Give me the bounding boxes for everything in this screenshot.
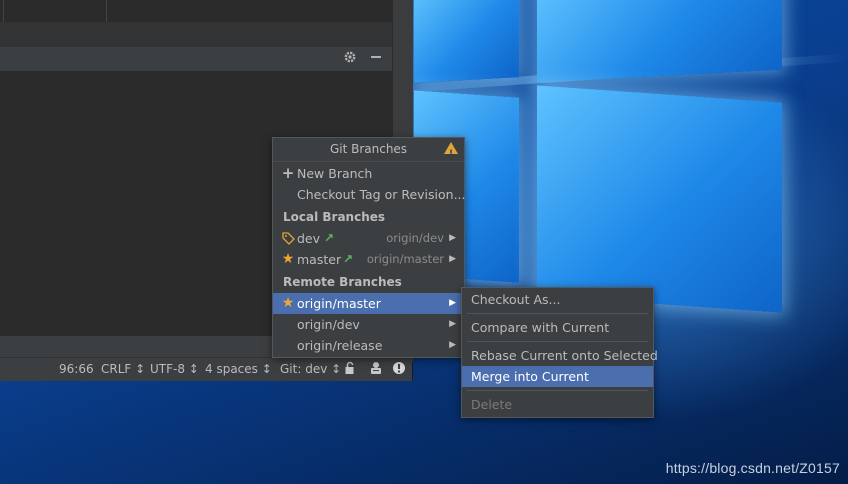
checkout-tag-item[interactable]: Checkout Tag or Revision... [273, 184, 466, 205]
inspector-icon[interactable] [369, 361, 383, 377]
checkout-as-item[interactable]: Checkout As... [462, 289, 653, 310]
branch-item-master[interactable]: ★ master ↗ origin/master ▶ [273, 249, 464, 270]
delete-item[interactable]: Delete [462, 394, 653, 415]
editor-strip [0, 23, 392, 47]
submenu-arrow-icon: ▶ [449, 298, 456, 308]
branch-item-origin-dev[interactable]: origin/dev ▶ [273, 314, 464, 335]
local-branches-header: Local Branches [283, 210, 386, 224]
windows-logo-pane [537, 85, 782, 313]
star-icon: ★ [281, 251, 295, 267]
editor-tab-area [0, 0, 392, 23]
tool-window-header [0, 47, 392, 72]
star-icon: ★ [281, 295, 295, 311]
new-branch-label: New Branch [297, 166, 373, 181]
new-branch-item[interactable]: + New Branch [273, 163, 464, 184]
submenu-arrow-icon: ▶ [449, 233, 456, 243]
plus-icon: + [281, 164, 295, 182]
outgoing-arrow-icon: ↗ [343, 252, 354, 266]
submenu-arrow-icon: ▶ [449, 319, 456, 329]
separator [467, 390, 648, 391]
tracking-branch: origin/dev [386, 231, 444, 245]
minimize-icon[interactable] [367, 50, 385, 68]
branch-name: master [297, 252, 342, 267]
branch-name: origin/master [297, 296, 381, 311]
warning-icon[interactable]: ! [444, 142, 458, 159]
branch-item-origin-release[interactable]: origin/release ▶ [273, 335, 464, 356]
gear-icon[interactable] [341, 50, 359, 68]
branch-name: dev [297, 231, 321, 246]
branch-item-dev[interactable]: dev ↗ origin/dev ▶ [273, 228, 464, 249]
separator [467, 341, 648, 342]
event-log-icon[interactable] [392, 361, 406, 377]
git-branch-widget[interactable]: Git: dev ↕ [280, 362, 341, 376]
caret-position[interactable]: 96:66 [59, 362, 94, 376]
encoding-widget[interactable]: UTF-8 ↕ [150, 362, 199, 376]
branch-item-origin-master[interactable]: ★ origin/master ▶ [273, 293, 464, 314]
divider [3, 0, 4, 22]
checkout-tag-label: Checkout Tag or Revision... [297, 187, 466, 202]
windows-logo-pane [537, 0, 782, 83]
branch-name: origin/dev [297, 317, 360, 332]
rebase-current-item[interactable]: Rebase Current onto Selected [462, 345, 658, 366]
remote-branches-header: Remote Branches [283, 275, 402, 289]
tag-icon [281, 228, 295, 251]
line-separator-widget[interactable]: CRLF ↕ [101, 362, 145, 376]
submenu-arrow-icon: ▶ [449, 254, 456, 264]
submenu-arrow-icon: ▶ [449, 340, 456, 350]
outgoing-arrow-icon: ↗ [324, 231, 335, 245]
indent-widget[interactable]: 4 spaces ↕ [205, 362, 272, 376]
divider [106, 0, 107, 22]
compare-with-current-item[interactable]: Compare with Current [462, 317, 653, 338]
windows-logo-pane [414, 0, 519, 83]
merge-into-current-item[interactable]: Merge into Current [462, 366, 653, 387]
popup-title-text: Git Branches [329, 142, 408, 156]
lock-icon[interactable] [343, 361, 357, 377]
separator [467, 313, 648, 314]
git-branches-popup: Git Branches ! + New Branch Checkout Tag… [272, 137, 466, 358]
branch-actions-submenu: Checkout As... Compare with Current Reba… [461, 287, 658, 418]
tracking-branch: origin/master [366, 252, 444, 266]
branch-name: origin/release [297, 338, 383, 353]
popup-title: Git Branches ! [273, 138, 464, 162]
watermark: https://blog.csdn.net/Z0157 [665, 460, 840, 476]
status-bar: 96:66 CRLF ↕ UTF-8 ↕ 4 spaces ↕ Git: dev… [0, 357, 412, 381]
